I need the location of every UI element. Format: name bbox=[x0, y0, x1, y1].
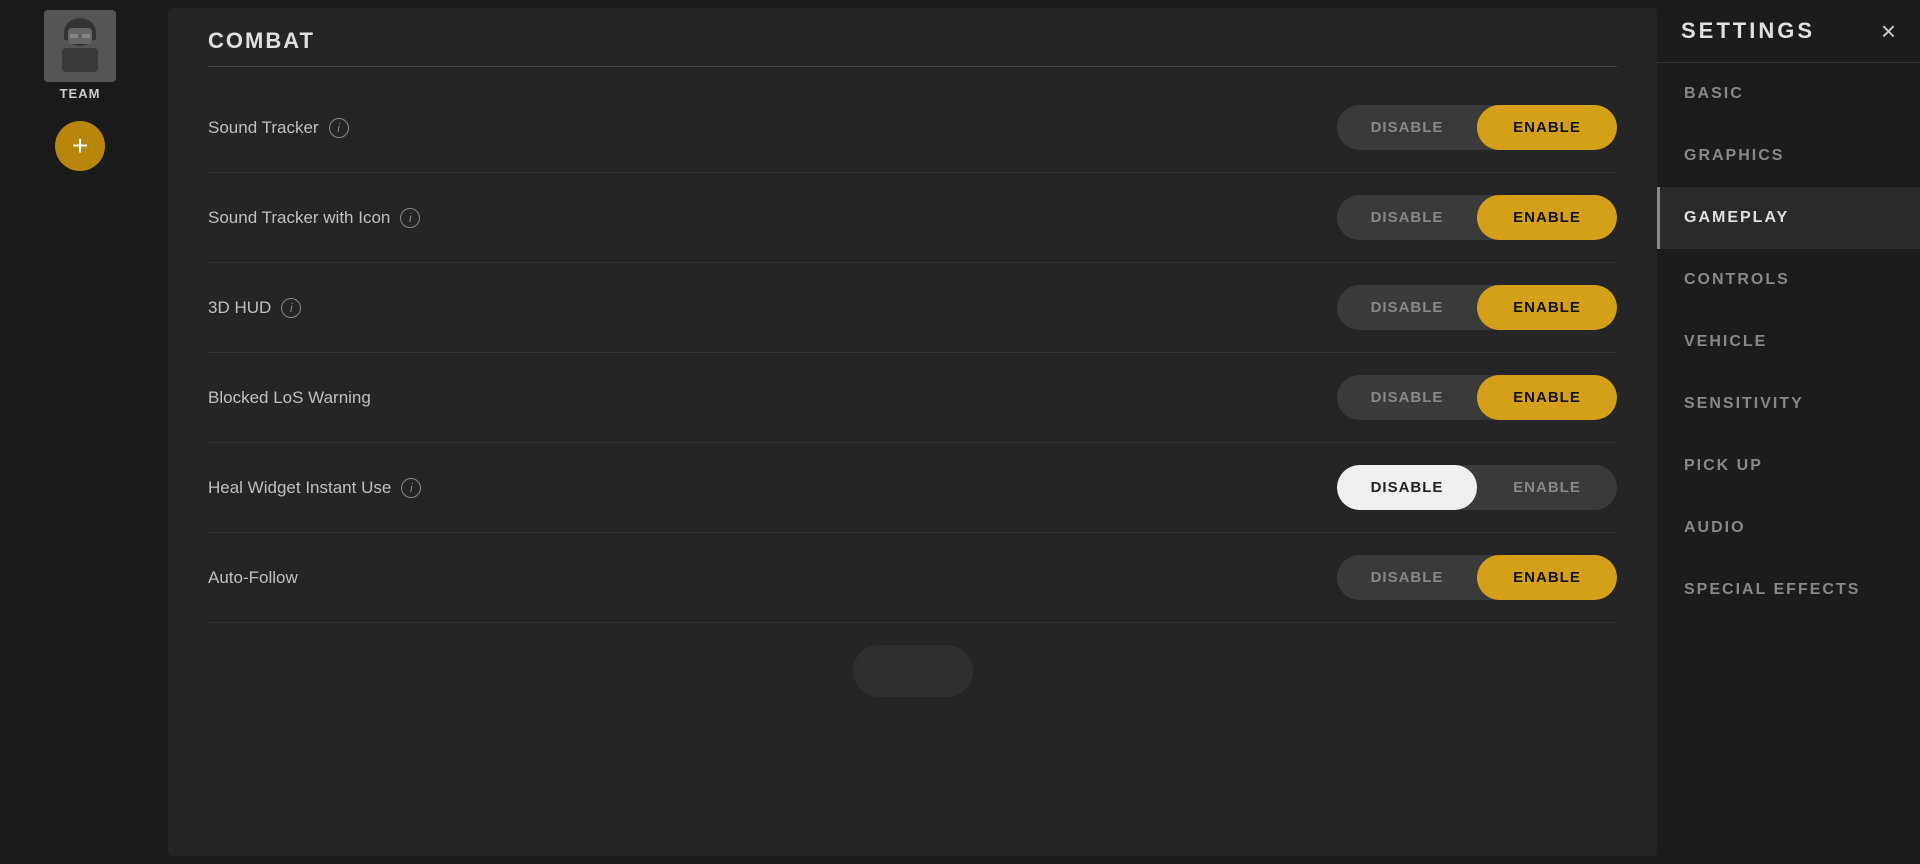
main-content: COMBAT Sound TrackeriDISABLEENABLESound … bbox=[168, 8, 1657, 856]
toggle-group-sound_tracker: DISABLEENABLE bbox=[1337, 105, 1617, 150]
setting-label-sound_tracker_icon: Sound Tracker with Icon i bbox=[208, 208, 420, 228]
disable-btn-heal_widget[interactable]: DISABLE bbox=[1337, 465, 1477, 510]
disable-btn-3d_hud[interactable]: DISABLE bbox=[1337, 285, 1477, 330]
setting-label-auto_follow: Auto-Follow bbox=[208, 568, 298, 588]
disable-btn-sound_tracker[interactable]: DISABLE bbox=[1337, 105, 1477, 150]
enable-btn-heal_widget[interactable]: ENABLE bbox=[1477, 465, 1617, 510]
enable-btn-3d_hud[interactable]: ENABLE bbox=[1477, 285, 1617, 330]
nav-item-pick_up[interactable]: PICK UP bbox=[1657, 435, 1920, 497]
nav-item-controls[interactable]: CONTROLS bbox=[1657, 249, 1920, 311]
setting-row-sound_tracker: Sound Tracker i DISABLEENABLE bbox=[208, 83, 1617, 173]
setting-text-sound_tracker_icon: Sound Tracker with Icon bbox=[208, 208, 390, 228]
setting-label-sound_tracker: Sound Tracker i bbox=[208, 118, 349, 138]
info-icon-heal_widget[interactable]: i bbox=[401, 478, 421, 498]
setting-label-3d_hud: 3D HUD i bbox=[208, 298, 301, 318]
section-title: COMBAT bbox=[208, 28, 1617, 67]
setting-text-blocked_los: Blocked LoS Warning bbox=[208, 388, 371, 408]
settings-panel-title: SETTINGS bbox=[1681, 18, 1815, 44]
enable-btn-sound_tracker_icon[interactable]: ENABLE bbox=[1477, 195, 1617, 240]
enable-btn-blocked_los[interactable]: ENABLE bbox=[1477, 375, 1617, 420]
disable-btn-blocked_los[interactable]: DISABLE bbox=[1337, 375, 1477, 420]
setting-row-auto_follow: Auto-Follow DISABLEENABLE bbox=[208, 533, 1617, 623]
settings-list: Sound TrackeriDISABLEENABLESound Tracker… bbox=[208, 83, 1617, 623]
setting-row-sound_tracker_icon: Sound Tracker with Icon i DISABLEENABLE bbox=[208, 173, 1617, 263]
avatar-container: TEAM bbox=[44, 10, 116, 101]
disable-btn-auto_follow[interactable]: DISABLE bbox=[1337, 555, 1477, 600]
toggle-group-3d_hud: DISABLEENABLE bbox=[1337, 285, 1617, 330]
disable-btn-sound_tracker_icon[interactable]: DISABLE bbox=[1337, 195, 1477, 240]
setting-label-blocked_los: Blocked LoS Warning bbox=[208, 388, 371, 408]
toggle-group-auto_follow: DISABLEENABLE bbox=[1337, 555, 1617, 600]
setting-row-heal_widget: Heal Widget Instant Use i DISABLEENABLE bbox=[208, 443, 1617, 533]
info-icon-sound_tracker_icon[interactable]: i bbox=[400, 208, 420, 228]
toggle-group-sound_tracker_icon: DISABLEENABLE bbox=[1337, 195, 1617, 240]
info-icon-sound_tracker[interactable]: i bbox=[329, 118, 349, 138]
setting-row-3d_hud: 3D HUD i DISABLEENABLE bbox=[208, 263, 1617, 353]
nav-item-audio[interactable]: AUDIO bbox=[1657, 497, 1920, 559]
avatar bbox=[44, 10, 116, 82]
right-sidebar: SETTINGS × BASICGRAPHICSGAMEPLAYCONTROLS… bbox=[1657, 0, 1920, 864]
nav-item-vehicle[interactable]: VEHICLE bbox=[1657, 311, 1920, 373]
setting-text-sound_tracker: Sound Tracker bbox=[208, 118, 319, 138]
setting-text-auto_follow: Auto-Follow bbox=[208, 568, 298, 588]
toggle-group-blocked_los: DISABLEENABLE bbox=[1337, 375, 1617, 420]
setting-label-heal_widget: Heal Widget Instant Use i bbox=[208, 478, 421, 498]
nav-item-sensitivity[interactable]: SENSITIVITY bbox=[1657, 373, 1920, 435]
info-icon-3d_hud[interactable]: i bbox=[281, 298, 301, 318]
setting-row-blocked_los: Blocked LoS Warning DISABLEENABLE bbox=[208, 353, 1617, 443]
nav-item-gameplay[interactable]: GAMEPLAY bbox=[1657, 187, 1920, 249]
enable-btn-auto_follow[interactable]: ENABLE bbox=[1477, 555, 1617, 600]
nav-item-basic[interactable]: BASIC bbox=[1657, 63, 1920, 125]
team-label: TEAM bbox=[60, 86, 101, 101]
toggle-group-heal_widget: DISABLEENABLE bbox=[1337, 465, 1617, 510]
nav-list: BASICGRAPHICSGAMEPLAYCONTROLSVEHICLESENS… bbox=[1657, 63, 1920, 621]
nav-item-graphics[interactable]: GRAPHICS bbox=[1657, 125, 1920, 187]
left-sidebar: TEAM + bbox=[0, 0, 160, 864]
add-team-button[interactable]: + bbox=[55, 121, 105, 171]
close-button[interactable]: × bbox=[1881, 18, 1896, 44]
nav-item-special_effects[interactable]: SPECIAL EFFECTS bbox=[1657, 559, 1920, 621]
setting-text-3d_hud: 3D HUD bbox=[208, 298, 271, 318]
settings-header: SETTINGS × bbox=[1657, 0, 1920, 63]
enable-btn-sound_tracker[interactable]: ENABLE bbox=[1477, 105, 1617, 150]
setting-text-heal_widget: Heal Widget Instant Use bbox=[208, 478, 391, 498]
